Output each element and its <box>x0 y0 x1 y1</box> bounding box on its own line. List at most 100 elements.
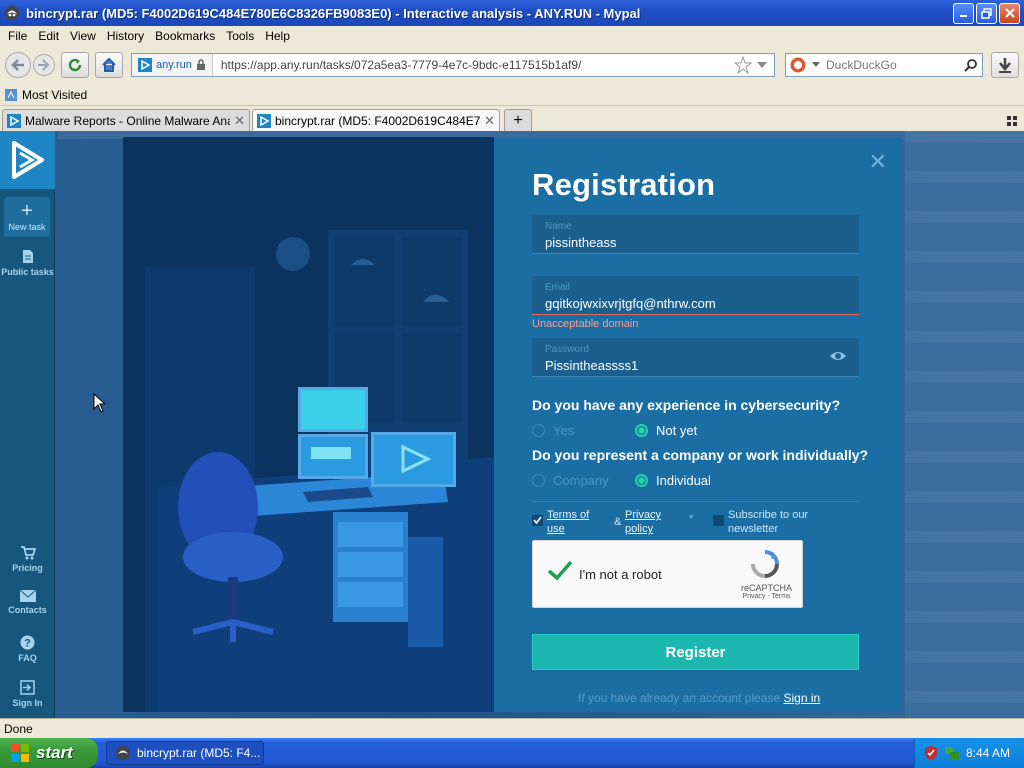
terms-row: Terms of use & Privacy policy * Subscrib… <box>532 508 859 538</box>
registration-title: Registration <box>532 167 716 202</box>
menu-file[interactable]: File <box>8 29 27 43</box>
bookmarks-toolbar: Most Visited <box>0 84 1024 106</box>
back-button[interactable] <box>5 52 31 78</box>
lock-icon <box>196 59 205 70</box>
window-title: bincrypt.rar (MD5: F4002D619C484E780E6C8… <box>26 5 641 21</box>
privacy-policy-link-1[interactable]: Privacy <box>625 509 661 521</box>
sidebar-faq[interactable]: ? FAQ <box>0 635 55 663</box>
url-text: https://app.any.run/tasks/072a5ea3-7779-… <box>220 58 582 72</box>
sign-in-icon <box>20 680 35 695</box>
anyrun-tab-icon <box>7 113 21 128</box>
menu-edit[interactable]: Edit <box>38 29 59 43</box>
recaptcha-branding: reCAPTCHA Privacy - Terms <box>741 583 792 600</box>
url-bar[interactable]: any.run https://app.any.run/tasks/072a5e… <box>131 53 775 77</box>
radio-company[interactable] <box>532 474 545 487</box>
experience-question: Do you have any experience in cybersecur… <box>532 397 841 413</box>
privacy-policy-link-2[interactable]: policy <box>625 523 653 535</box>
new-tab-button[interactable]: + <box>504 109 532 131</box>
site-identity[interactable]: any.run <box>132 54 213 76</box>
close-icon <box>1004 8 1015 18</box>
help-icon: ? <box>20 635 35 650</box>
search-box[interactable]: DuckDuckGo <box>785 53 983 77</box>
back-arrow-icon <box>11 59 24 71</box>
required-asterisk: * <box>689 513 694 525</box>
newsletter-checkbox[interactable] <box>713 515 724 526</box>
network-icon[interactable] <box>944 745 960 761</box>
email-value: gqitkojwxixvrjtgfq@nthrw.com <box>545 296 716 311</box>
password-label: Password <box>545 344 589 355</box>
reload-icon <box>68 58 82 72</box>
terms-checkbox[interactable] <box>532 515 543 526</box>
anyrun-tab-icon <box>257 113 271 128</box>
terms-of-use-link-2[interactable]: use <box>547 523 565 535</box>
start-button[interactable]: start <box>0 738 98 768</box>
close-tab-icon[interactable]: ✕ <box>234 113 245 129</box>
individual-option[interactable]: Individual <box>635 473 711 488</box>
search-engine-dropdown-icon[interactable] <box>812 62 820 68</box>
sidebar-contacts[interactable]: Contacts <box>0 590 55 615</box>
radio-not-yet[interactable] <box>635 424 648 437</box>
security-shield-icon[interactable] <box>924 745 938 761</box>
reload-button[interactable] <box>61 52 89 78</box>
recaptcha-privacy-terms[interactable]: Privacy - Terms <box>741 593 792 600</box>
menu-tools[interactable]: Tools <box>226 29 254 43</box>
downloads-button[interactable] <box>991 52 1019 78</box>
show-password-eye-icon[interactable] <box>829 350 847 362</box>
sidebar-label: FAQ <box>18 653 37 663</box>
experience-yes-option[interactable]: Yes <box>532 423 574 438</box>
company-option[interactable]: Company <box>532 473 609 488</box>
registration-modal: ✕ Registration Name pissintheass Email g… <box>494 137 901 712</box>
sidebar-public-tasks[interactable]: Public tasks <box>0 249 55 277</box>
status-text: Done <box>4 721 33 736</box>
url-dropdown-icon[interactable] <box>756 60 768 70</box>
email-error-message: Unacceptable domain <box>532 318 639 330</box>
download-arrow-icon <box>999 58 1011 73</box>
captcha-label: I'm not a robot <box>579 567 662 582</box>
experience-not-yet-option[interactable]: Not yet <box>635 423 697 438</box>
radio-yes[interactable] <box>532 424 545 437</box>
app-sidebar: + New task Public tasks Pricing Contacts… <box>0 131 55 718</box>
menu-help[interactable]: Help <box>265 29 290 43</box>
close-modal-icon[interactable]: ✕ <box>869 149 887 175</box>
sign-in-link[interactable]: Sign in <box>783 691 820 705</box>
taskbar-mypal-window[interactable]: bincrypt.rar (MD5: F4... <box>106 741 264 765</box>
sidebar-new-task[interactable]: + New task <box>4 197 50 237</box>
minimize-button[interactable] <box>953 2 974 24</box>
most-visited-link[interactable]: Most Visited <box>22 88 87 102</box>
search-icon[interactable] <box>964 58 978 72</box>
anyrun-logo[interactable] <box>0 131 55 189</box>
name-field[interactable]: Name pissintheass <box>532 215 859 254</box>
page-content: + New task Public tasks Pricing Contacts… <box>0 131 1024 718</box>
tab-label: bincrypt.rar (MD5: F4002D619C484E780... <box>275 113 481 128</box>
tab-malware-reports[interactable]: Malware Reports - Online Malware Analy..… <box>2 109 250 131</box>
newsletter-label-2: newsletter <box>728 523 779 535</box>
search-placeholder: DuckDuckGo <box>826 58 897 72</box>
plus-icon: + <box>21 199 33 222</box>
restore-button[interactable] <box>976 2 997 24</box>
close-tab-icon[interactable]: ✕ <box>484 113 495 129</box>
sidebar-sign-in[interactable]: Sign In <box>0 680 55 708</box>
menu-history[interactable]: History <box>107 29 144 43</box>
register-button[interactable]: Register <box>532 634 859 670</box>
mypal-taskbar-icon <box>116 746 130 760</box>
menu-view[interactable]: View <box>70 29 96 43</box>
sidebar-pricing[interactable]: Pricing <box>0 545 55 573</box>
password-field[interactable]: Password Pissintheassss1 <box>532 338 859 377</box>
close-window-button[interactable] <box>999 2 1020 24</box>
bookmark-star-icon[interactable] <box>734 56 752 74</box>
radio-label: Company <box>553 473 609 488</box>
forward-arrow-icon <box>38 59 50 71</box>
checkmark-icon[interactable] <box>547 559 573 581</box>
menu-bookmarks[interactable]: Bookmarks <box>155 29 215 43</box>
home-button[interactable] <box>95 52 123 78</box>
tab-list-icon[interactable] <box>1006 115 1018 127</box>
forward-button[interactable] <box>33 54 55 76</box>
radio-individual[interactable] <box>635 474 648 487</box>
recaptcha-widget[interactable]: I'm not a robot reCAPTCHA Privacy - Term… <box>532 540 803 608</box>
tab-strip: Malware Reports - Online Malware Analy..… <box>0 106 1024 131</box>
sign-in-text: If you have already an account please <box>578 691 781 705</box>
email-field[interactable]: Email gqitkojwxixvrjtgfq@nthrw.com <box>532 276 859 315</box>
site-label: any.run <box>156 59 192 71</box>
terms-of-use-link-1[interactable]: Terms of <box>547 509 589 521</box>
tab-bincrypt[interactable]: bincrypt.rar (MD5: F4002D619C484E780... … <box>252 109 500 131</box>
